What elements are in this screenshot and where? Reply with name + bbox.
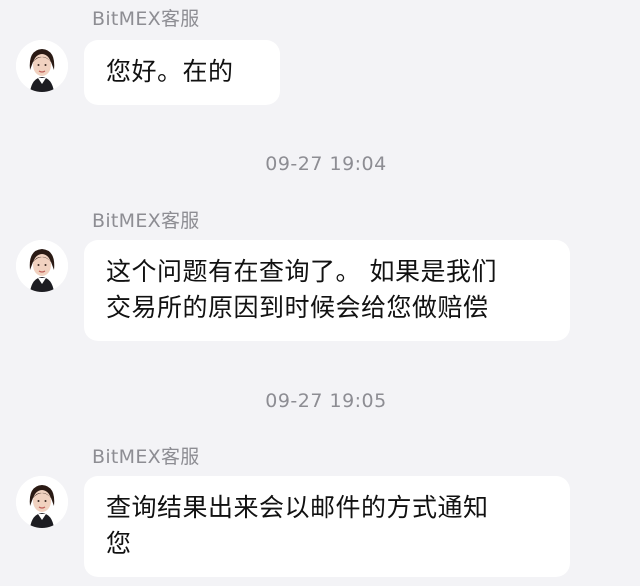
sender-name: BitMEX客服 — [92, 8, 200, 30]
message-text-line: 查询结果出来会以邮件的方式通知 — [106, 493, 489, 522]
sender-name: BitMEX客服 — [92, 210, 200, 232]
message-bubble[interactable]: 这个问题有在查询了。 如果是我们 交易所的原因到时候会给您做赔偿 — [84, 240, 570, 341]
timestamp: 09-27 19:04 — [265, 153, 387, 175]
timestamp: 09-27 19:05 — [265, 390, 387, 412]
chat-thread: BitMEX客服 您好。在的 09-27 19:04 BitMEX客服 这个问题… — [0, 0, 640, 586]
message-text-line: 交易所的原因到时候会给您做赔偿 — [106, 293, 489, 322]
message-text-line: 这个问题有在查询了。 如果是我们 — [106, 257, 497, 286]
message-text-line: 您好。在的 — [106, 57, 234, 86]
message-text-line: 您 — [106, 529, 132, 558]
agent-avatar-icon[interactable] — [16, 240, 68, 292]
message-bubble[interactable]: 查询结果出来会以邮件的方式通知 您 — [84, 476, 570, 577]
agent-avatar-icon[interactable] — [16, 40, 68, 92]
message-bubble[interactable]: 您好。在的 — [84, 40, 280, 105]
sender-name: BitMEX客服 — [92, 446, 200, 468]
agent-avatar-icon[interactable] — [16, 476, 68, 528]
